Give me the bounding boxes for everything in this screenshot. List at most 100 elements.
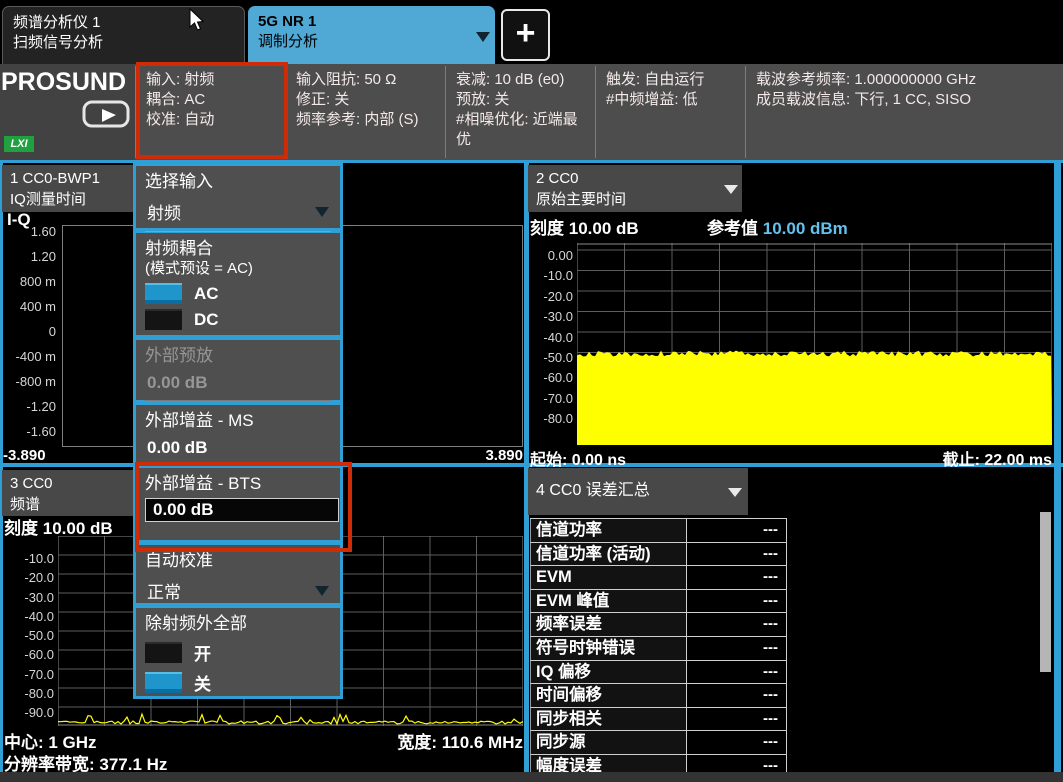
menu-sublabel: (模式预设 = AC)	[145, 260, 253, 277]
table-row: 时间偏移 ---	[530, 684, 787, 708]
axis-tick: -30.0	[24, 589, 54, 605]
menu-label: 选择输入	[145, 172, 213, 191]
menu-item-select-input[interactable]: 选择输入 射频	[136, 166, 340, 232]
axis-tick: -30.0	[543, 309, 573, 325]
chevron-down-icon	[315, 585, 329, 596]
axis-tick: 800 m	[19, 274, 56, 289]
axis-tick: -10.0	[543, 268, 573, 284]
menu-label: 外部预放	[145, 346, 213, 365]
x-stop-label: 3.890	[485, 447, 523, 464]
metric-label: 信道功率	[531, 519, 686, 542]
menu-item-rf-coupling[interactable]: 射频耦合 (模式预设 = AC) AC DC	[136, 233, 340, 335]
all-but-rf-off-option[interactable]: 关	[145, 670, 331, 695]
menu-item-all-but-rf[interactable]: 除射频外全部 开 关	[136, 608, 340, 696]
metric-value: ---	[686, 731, 786, 754]
metric-label: 信道功率 (活动)	[531, 542, 686, 566]
window1-id: 1 CC0-BWP1	[10, 170, 101, 187]
axis-tick: -50.0	[543, 349, 573, 365]
table-row: 同步源 ---	[530, 731, 787, 755]
tab-title: 5G NR 1	[258, 13, 317, 30]
tab-5gnr-active[interactable]: 5G NR 1 调制分析	[248, 6, 495, 64]
setting-phase-noise: #相噪优化: 近端最优	[456, 111, 578, 148]
metric-label: 时间偏移	[531, 684, 686, 707]
brand-logo: PROSUND	[1, 68, 127, 96]
toggle-on-indicator	[145, 672, 182, 693]
settings-col-atten[interactable]: 衰减: 10 dB (e0) 预放: 关 #相噪优化: 近端最优	[445, 66, 595, 158]
axis-tick: 400 m	[19, 299, 56, 314]
window2-selector[interactable]: 2 CC0 原始主要时间	[528, 165, 742, 212]
toggle-off-indicator	[145, 309, 182, 330]
select-input-dropdown[interactable]: 射频	[145, 195, 331, 232]
metric-label: EVM	[531, 566, 686, 589]
metric-value: ---	[686, 684, 786, 707]
window3-selector[interactable]: 3 CC0 频谱	[2, 470, 135, 516]
menu-item-ext-gain-ms[interactable]: 外部增益 - MS 0.00 dB	[136, 405, 340, 466]
metric-value: ---	[686, 542, 786, 566]
metric-value: ---	[686, 636, 786, 660]
window4-title: 4 CC0 误差汇总	[536, 482, 650, 499]
start-time-label: 起始: 0.00 ns	[530, 452, 627, 469]
span-label: 宽度: 110.6 MHz	[397, 733, 523, 752]
tab-subtitle: 扫频信号分析	[13, 34, 104, 51]
ref-value: 10.00 dBm	[762, 219, 848, 238]
window1-name: IQ测量时间	[10, 191, 86, 208]
settings-col-carrier[interactable]: 载波参考频率: 1.000000000 GHz 成员载波信息: 下行, 1 CC…	[745, 66, 1063, 158]
annotation-box-ext-gain-bts	[135, 462, 352, 552]
metric-value: ---	[686, 660, 786, 684]
settings-col-impedance[interactable]: 输入阻抗: 50 Ω 修正: 关 频率参考: 内部 (S)	[285, 66, 445, 158]
metric-label: EVM 峰值	[531, 589, 686, 613]
chevron-down-icon[interactable]	[728, 488, 742, 497]
scale-label: 刻度	[530, 219, 564, 238]
table-scrollbar[interactable]	[1040, 512, 1051, 672]
settings-col-trigger[interactable]: 触发: 自由运行 #中频增益: 低	[595, 66, 745, 158]
setting-preamp: 预放: 关	[456, 91, 510, 108]
lxi-badge: LXI	[4, 136, 34, 152]
table-row: IQ 偏移 ---	[530, 660, 787, 685]
axis-tick: -20.0	[543, 288, 573, 304]
tab-spectrum-analyzer[interactable]: 频谱分析仪 1 扫频信号分析	[2, 6, 245, 64]
rf-coupling-dc-option[interactable]: DC	[145, 309, 331, 330]
window2-id: 2 CC0	[536, 170, 579, 187]
axis-tick: -1.60	[26, 424, 56, 439]
metric-value: ---	[686, 566, 786, 589]
scale-value: 10.00 dB	[568, 219, 639, 238]
axis-tick: 0	[48, 324, 56, 339]
instrument-screen: 频谱分析仪 1 扫频信号分析 5G NR 1 调制分析 + PROSUND LX…	[0, 0, 1063, 782]
menu-item-auto-align[interactable]: 自动校准 正常	[136, 545, 340, 611]
add-measurement-button[interactable]: +	[501, 9, 550, 61]
axis-tick: -1.20	[26, 399, 56, 414]
metric-label: 同步相关	[531, 707, 686, 731]
metric-value: ---	[686, 613, 786, 636]
axis-tick: -90.0	[24, 705, 54, 720]
rf-coupling-ac-option[interactable]: AC	[145, 283, 331, 304]
setting-atten: 衰减: 10 dB (e0)	[456, 71, 565, 88]
table-row: 信道功率 (活动) ---	[530, 542, 787, 567]
x-start-label: -3.890	[3, 447, 46, 464]
ref-label: 参考值	[707, 219, 758, 238]
window1-selector[interactable]: 1 CC0-BWP1 IQ测量时间	[2, 165, 135, 212]
setting-correction: 修正: 关	[296, 91, 350, 108]
dropdown-value: 正常	[147, 583, 181, 602]
axis-tick: -60.0	[543, 370, 573, 386]
metric-label: 同步源	[531, 731, 686, 754]
tab-subtitle: 调制分析	[258, 33, 319, 50]
chevron-down-icon[interactable]	[724, 185, 738, 194]
window4-selector[interactable]: 4 CC0 误差汇总	[528, 468, 748, 515]
time-y-axis: 0.00 -10.0 -20.0 -30.0 -40.0 -50.0 -60.0 -70.0 -…	[528, 249, 573, 426]
axis-tick: -80.0	[543, 411, 573, 426]
window2-name: 原始主要时间	[536, 191, 627, 208]
chevron-down-icon[interactable]	[476, 32, 490, 42]
scale-readout: 刻度 10.00 dB	[4, 514, 113, 539]
toggle-off-indicator	[145, 642, 182, 663]
scale-readout: 刻度 10.00 dB	[530, 214, 639, 239]
metric-label: 频率误差	[531, 613, 686, 636]
axis-tick: -80.0	[24, 685, 54, 701]
option-label: 关	[194, 675, 211, 694]
metric-label: IQ 偏移	[531, 660, 686, 684]
setting-cc-info: 成员载波信息: 下行, 1 CC, SISO	[756, 91, 972, 108]
axis-tick: -70.0	[24, 666, 54, 682]
auto-align-dropdown[interactable]: 正常	[145, 574, 331, 611]
annotation-box-input-settings	[136, 62, 288, 159]
raw-main-time-chart	[577, 243, 1052, 445]
all-but-rf-on-option[interactable]: 开	[145, 640, 331, 665]
